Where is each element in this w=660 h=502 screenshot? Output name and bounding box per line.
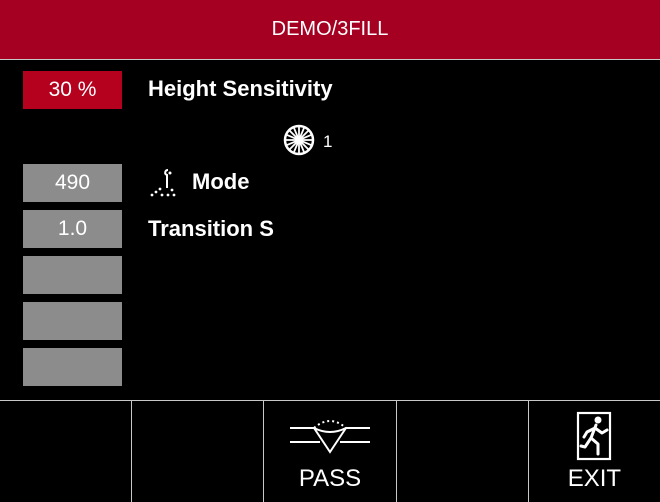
- weld-pass-icon: [284, 411, 376, 461]
- mode-label: Mode: [192, 169, 250, 194]
- screen-title: DEMO/3FILL: [271, 18, 389, 40]
- title-bar: DEMO/3FILL: [0, 0, 660, 60]
- torch-spatter-icon: [148, 166, 182, 198]
- transition-value-text: 1.0: [57, 217, 88, 240]
- mode-value-text: 490: [54, 171, 91, 194]
- softkey-bar: PASS EXIT: [0, 401, 660, 502]
- pass-softkey[interactable]: PASS: [264, 401, 397, 502]
- softkey-2[interactable]: [132, 401, 265, 502]
- softkey-4[interactable]: [397, 401, 529, 502]
- transition-value[interactable]: 1.0: [23, 210, 122, 248]
- wheel-indicator: 1: [283, 124, 333, 161]
- transition-label: Transition S: [148, 216, 274, 241]
- height-sensitivity-value-text: 30 %: [48, 78, 97, 101]
- exit-softkey[interactable]: EXIT: [529, 401, 660, 502]
- empty-value-slot[interactable]: [23, 348, 122, 386]
- pass-label: PASS: [298, 465, 362, 492]
- height-sensitivity-value[interactable]: 30 %: [23, 71, 122, 109]
- empty-value-slot[interactable]: [23, 302, 122, 340]
- softkey-1[interactable]: [0, 401, 133, 502]
- wheel-value: 1: [323, 132, 333, 151]
- height-sensitivity-label: Height Sensitivity: [148, 76, 333, 101]
- exit-door-icon: [574, 411, 614, 461]
- wheel-icon: [283, 124, 315, 161]
- empty-value-slot[interactable]: [23, 256, 122, 294]
- mode-row: Mode: [148, 166, 249, 198]
- mode-value[interactable]: 490: [23, 164, 122, 202]
- exit-label: EXIT: [567, 465, 622, 492]
